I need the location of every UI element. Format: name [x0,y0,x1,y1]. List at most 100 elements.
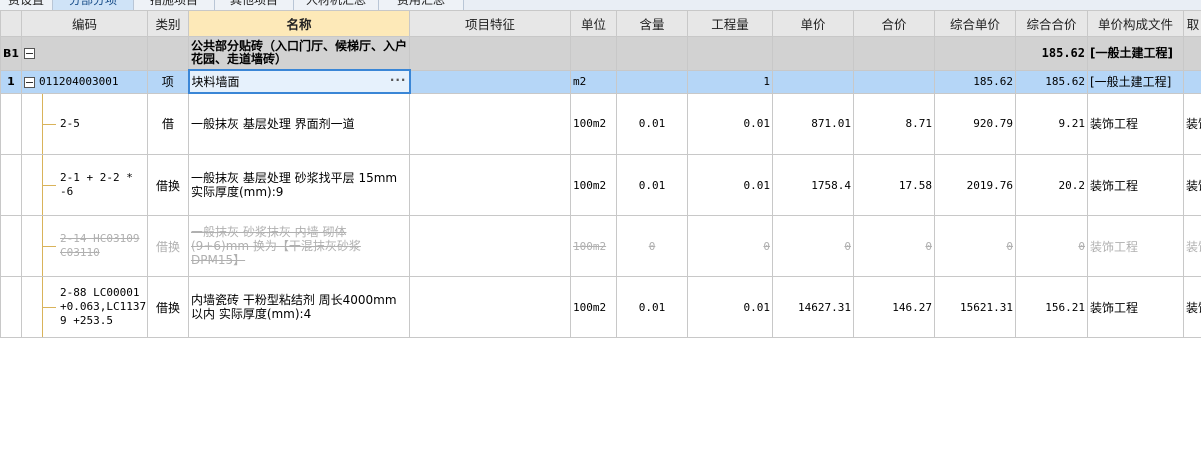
col-type-header[interactable]: 类别 [147,10,189,37]
col-total-header[interactable]: 综合合价 [1015,10,1088,37]
type-cell[interactable] [147,36,189,71]
item-qty[interactable]: 1 [687,69,773,94]
feature-cell[interactable] [409,92,571,155]
extra-cell[interactable] [1183,69,1201,94]
sub-total[interactable]: 9.21 [1015,92,1088,155]
price-cell[interactable] [772,69,854,94]
sub-code-cell[interactable]: 2-1 + 2-2 * -6 [21,154,148,216]
sub-qty[interactable]: 0.01 [687,154,773,216]
col-price-header[interactable]: 单价 [772,10,854,37]
col-name-header[interactable]: 名称 [188,10,410,37]
sub-amount[interactable]: 17.58 [853,154,935,216]
sub-qty[interactable]: 0.01 [687,276,773,338]
sub-price[interactable]: 14627.31 [772,276,854,338]
tab-fee-settings[interactable]: 费设置 [0,0,53,10]
more-options-icon[interactable]: ··· [390,73,407,87]
col-qty-header[interactable]: 工程量 [687,10,773,37]
feature-cell[interactable] [409,276,571,338]
sub-row[interactable]: 2-5 借 一般抹灰 基层处理 界面剂一道 100m2 0.01 0.01 87… [0,92,1201,155]
sub-type[interactable]: 借换 [147,215,189,277]
sub-amount-cell[interactable]: 0 [853,215,935,277]
sub-row-disabled[interactable]: 2-14 HC03109 C03110 借换 一般抹灰 砂浆抹灰 内墙 砌体 (… [0,215,1201,277]
extra-cell[interactable] [1183,36,1201,71]
sub-amount[interactable]: 146.27 [853,276,935,338]
price-cell[interactable] [772,36,854,71]
sub-unit[interactable]: 100m2 [570,154,617,216]
collapse-icon[interactable] [24,76,35,88]
item-file[interactable]: [一般土建工程] [1087,69,1184,94]
sub-row[interactable]: 2-1 + 2-2 * -6 借换 一般抹灰 基层处理 砂浆找平层 15mm 实… [0,154,1201,216]
tab-material-summary[interactable]: 人材机汇总 [294,0,379,10]
sub-name[interactable]: 内墙瓷砖 干粉型粘结剂 周长4000mm以内 实际厚度(mm):4 [188,276,410,338]
sub-unit-total[interactable]: 2019.76 [934,154,1016,216]
sub-extra[interactable]: 装饰 [1183,276,1201,338]
col-code-header[interactable]: 编码 [21,10,148,37]
feature-cell[interactable] [409,36,571,71]
col-unit-header[interactable]: 单位 [570,10,617,37]
sub-unit-total-cell[interactable]: 0 [934,215,1016,277]
qty-cell[interactable] [687,36,773,71]
sub-unit[interactable]: 100m2 [570,92,617,155]
sub-unit-total[interactable]: 15621.31 [934,276,1016,338]
sub-name[interactable]: 一般抹灰 基层处理 界面剂一道 [188,92,410,155]
item-unit[interactable]: m2 [570,69,617,94]
sub-extra[interactable]: 装饰 [1183,154,1201,216]
sub-price-cell[interactable]: 0 [772,215,854,277]
col-content-header[interactable]: 含量 [616,10,688,37]
sub-price[interactable]: 1758.4 [772,154,854,216]
sub-price[interactable]: 871.01 [772,92,854,155]
sub-content[interactable]: 0.01 [616,154,688,216]
feature-cell[interactable] [409,69,571,94]
tab-other-items[interactable]: 其他项目 [215,0,294,10]
tab-fee-summary[interactable]: 费用汇总 [379,0,464,10]
amount-cell[interactable] [853,69,935,94]
section-total[interactable]: 185.62 [1015,36,1088,71]
sub-file[interactable]: 装饰工程 [1087,276,1184,338]
col-amount-header[interactable]: 合价 [853,10,935,37]
sub-extra[interactable]: 装饰 [1183,215,1201,277]
tab-sub-items[interactable]: 分部分项 [53,0,134,10]
sub-total-cell[interactable]: 0 [1015,215,1088,277]
item-unit-total[interactable]: 185.62 [934,69,1016,94]
sub-type[interactable]: 借换 [147,276,189,338]
col-unit-total-header[interactable]: 综合单价 [934,10,1016,37]
sub-content[interactable]: 0.01 [616,276,688,338]
amount-cell[interactable] [853,36,935,71]
sub-file[interactable]: 装饰工程 [1087,154,1184,216]
feature-cell[interactable] [409,215,571,277]
item-code-cell[interactable]: 011204003001 [21,69,148,94]
sub-content[interactable]: 0.01 [616,92,688,155]
sub-unit-total[interactable]: 920.79 [934,92,1016,155]
sub-type[interactable]: 借换 [147,154,189,216]
sub-file[interactable]: 装饰工程 [1087,92,1184,155]
sub-file[interactable]: 装饰工程 [1087,215,1184,277]
sub-total[interactable]: 20.2 [1015,154,1088,216]
col-extra-header[interactable]: 取 [1183,10,1201,37]
tab-measures[interactable]: 措施项目 [134,0,215,10]
sub-code-cell[interactable]: 2-88 LC00001 +0.063,LC1137 9 +253.5 [21,276,148,338]
sub-total[interactable]: 156.21 [1015,276,1088,338]
sub-code-cell[interactable]: 2-14 HC03109 C03110 [21,215,148,277]
feature-cell[interactable] [409,154,571,216]
item-name-editor[interactable]: 块料墙面 ··· [187,69,411,94]
sub-extra[interactable]: 装饰 [1183,92,1201,155]
section-file[interactable]: [一般土建工程] [1087,36,1184,71]
code-cell[interactable] [21,36,148,71]
sub-code-cell[interactable]: 2-5 [21,92,148,155]
sub-row[interactable]: 2-88 LC00001 +0.063,LC1137 9 +253.5 借换 内… [0,276,1201,338]
sub-name-cell[interactable]: 一般抹灰 砂浆抹灰 内墙 砌体 (9+6)mm 换为【干混抹灰砂浆 DPM15】 [188,215,410,277]
sub-qty-cell[interactable]: 0 [687,215,773,277]
sub-unit-cell[interactable]: 100m2 [570,215,617,277]
section-row[interactable]: B1 公共部分贴砖（入口门厅、候梯厅、入户花园、走道墙砖） 185.62 [一般… [0,36,1201,71]
section-name[interactable]: 公共部分贴砖（入口门厅、候梯厅、入户花园、走道墙砖） [188,36,410,71]
col-feature-header[interactable]: 项目特征 [409,10,571,37]
item-type[interactable]: 项 [147,69,189,94]
sub-content-cell[interactable]: 0 [616,215,688,277]
sub-qty[interactable]: 0.01 [687,92,773,155]
item-row[interactable]: 1 011204003001 项 块料墙面 ··· m2 1 185.62 185… [0,69,1201,94]
unit-cell[interactable] [570,36,617,71]
collapse-icon[interactable] [24,48,35,60]
sub-amount[interactable]: 8.71 [853,92,935,155]
sub-name[interactable]: 一般抹灰 基层处理 砂浆找平层 15mm 实际厚度(mm):9 [188,154,410,216]
sub-unit[interactable]: 100m2 [570,276,617,338]
